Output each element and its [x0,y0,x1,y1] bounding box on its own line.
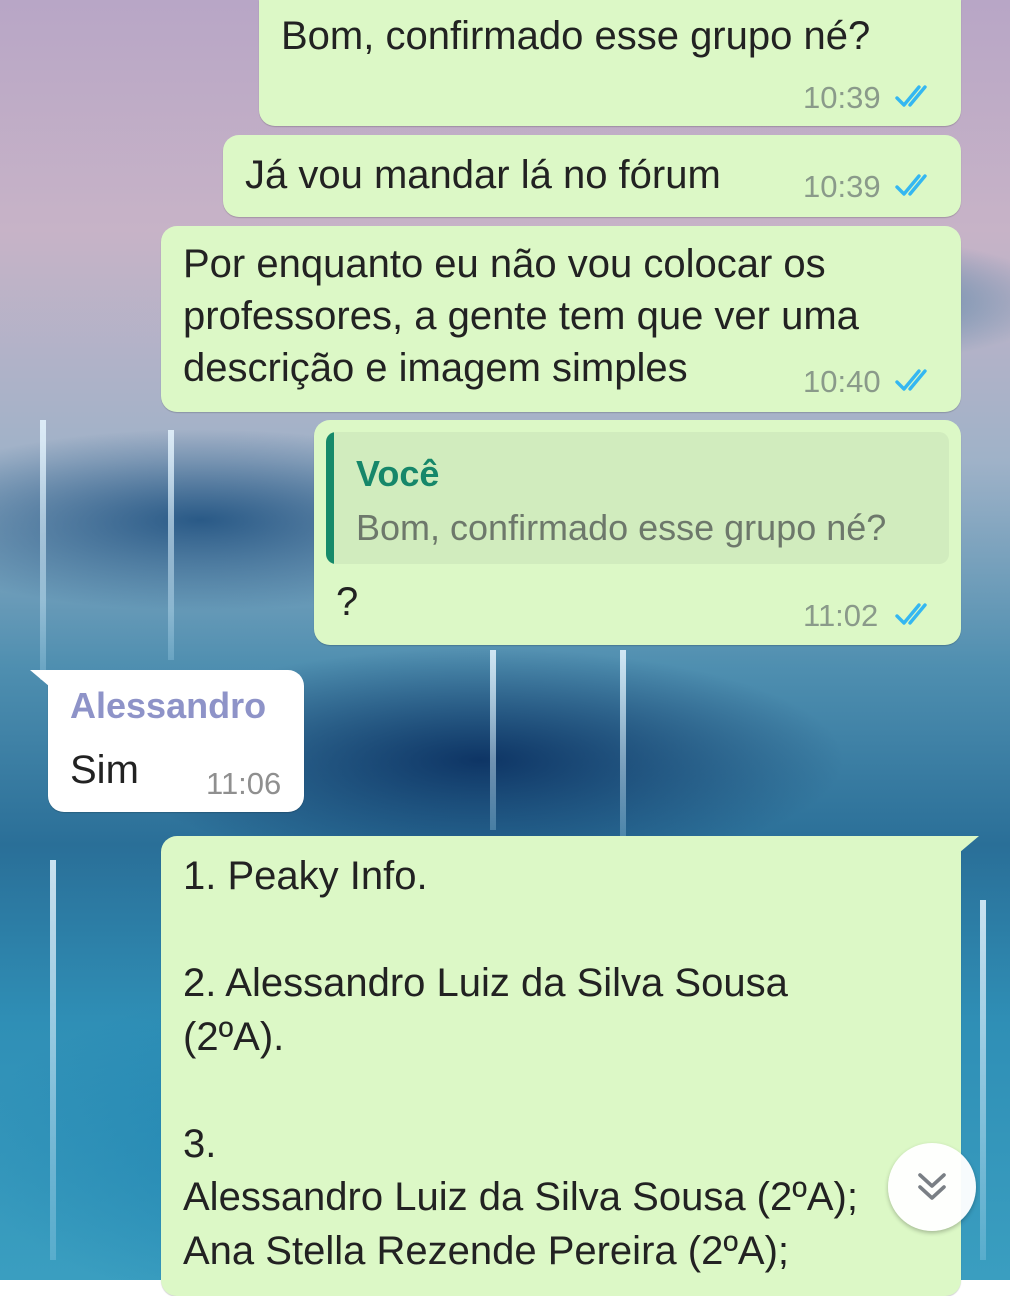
double-check-icon [895,85,927,107]
bubble-tail [30,670,56,692]
double-check-icon [895,603,927,625]
quoted-author: Você [356,453,440,494]
message-time: 10:39 [803,80,881,115]
message-text: Bom, confirmado esse grupo né? [281,14,871,58]
message-bubble[interactable]: Por enquanto eu não vou colocar os profe… [161,226,961,412]
message-bubble[interactable]: Você Bom, confirmado esse grupo né? ? 11… [314,420,961,645]
quoted-text: Bom, confirmado esse grupo né? [356,507,887,548]
quote-accent-bar [326,432,334,564]
message-bubble[interactable]: Alessandro Sim 11:06 [30,670,304,812]
double-chevron-down-icon [918,1173,946,1200]
message-time: 10:40 [803,364,881,399]
sender-name[interactable]: Alessandro [70,684,266,728]
message-bubble[interactable]: Bom, confirmado esse grupo né? 10:39 [259,0,961,126]
double-check-icon [895,174,927,196]
message-bubble[interactable]: Já vou mandar lá no fórum 10:39 [223,135,961,217]
scroll-to-bottom-button[interactable] [888,1143,976,1231]
message-text: Já vou mandar lá no fórum [245,153,721,197]
message-bubble[interactable]: 1. Peaky Info. 2. Alessandro Luiz da Sil… [161,836,979,1296]
quoted-message[interactable]: Você Bom, confirmado esse grupo né? [326,432,949,564]
double-check-icon [895,369,927,391]
bubble-tail [953,836,979,858]
message-text: Por enquanto eu não vou colocar os profe… [183,242,859,390]
message-time: 10:39 [803,169,881,204]
message-text: ? [336,580,359,624]
message-time: 11:06 [206,766,282,801]
message-time: 11:02 [803,598,879,633]
message-text: 1. Peaky Info. 2. Alessandro Luiz da Sil… [183,854,858,1273]
message-text: Sim [70,748,139,792]
